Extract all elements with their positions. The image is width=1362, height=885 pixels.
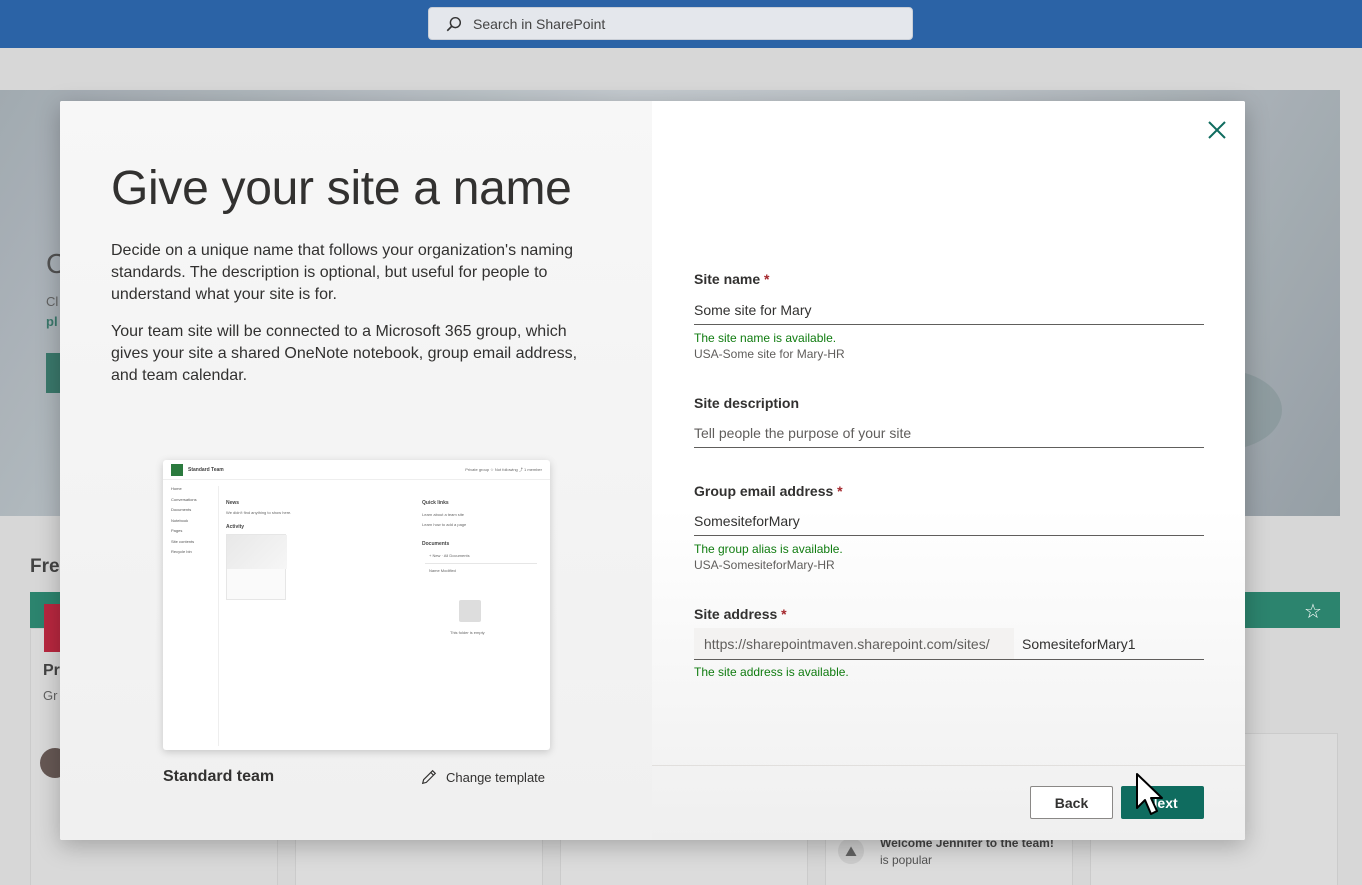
preview-header-right: Private group ☆ Not following ⤴ 1 member [465,467,542,472]
preview-quick-link: Learn how to add a page [422,522,467,527]
group-email-status: The group alias is available. [694,542,843,556]
dialog-group-note: Your team site will be connected to a Mi… [111,323,578,384]
preview-nav: Home Conversations Documents Notebook Pa… [171,486,197,554]
site-description-input[interactable] [694,418,1204,448]
preview-site-title: Standard Team [188,467,224,473]
dialog-right-pane [652,101,1245,840]
site-description-label: Site description [694,395,800,411]
site-name-label: Site name * [694,271,770,287]
back-button[interactable]: Back [1030,786,1113,819]
change-template-label: Change template [446,769,546,785]
group-email-hint: USA-SomesiteforMary-HR [694,558,835,572]
suite-bar: Search in SharePoint [0,0,1362,48]
pencil-icon [421,769,437,785]
close-icon[interactable] [1204,117,1230,143]
folder-icon [459,600,481,622]
preview-documents-toolbar: + New · All Documents [429,553,470,558]
group-email-input[interactable] [694,506,1204,536]
preview-activity-heading: Activity [226,524,245,530]
preview-quick-link: Learn about a team site [422,512,465,517]
create-site-dialog: Give your site a name Decide on a unique… [60,101,1245,840]
preview-news-heading: News [226,500,240,506]
site-address-underline [694,659,1014,660]
site-name-hint: USA-Some site for Mary-HR [694,347,845,361]
preview-documents-heading: Documents [422,541,450,547]
dialog-description: Decide on a unique name that follows you… [111,242,573,303]
search-icon [446,16,462,31]
group-email-label: Group email address * [694,483,843,499]
preview-activity-card [226,534,287,600]
preview-news-text: We didn't find anything to show here. [226,510,292,515]
search-placeholder: Search in SharePoint [473,15,606,32]
template-preview: Standard Team Private group ☆ Not follow… [163,460,550,750]
next-button[interactable]: Next [1121,786,1204,819]
search-box[interactable]: Search in SharePoint [428,7,913,40]
site-address-prefix: https://sharepointmaven.sharepoint.com/s… [694,628,1014,660]
dialog-left-pane: Give your site a name Decide on a unique… [60,101,652,840]
preview-header: Standard Team Private group ☆ Not follow… [163,460,550,480]
preview-quick-links-heading: Quick links [422,500,449,506]
site-address-input[interactable] [1014,628,1204,660]
preview-site-logo [171,464,183,476]
preview-empty-text: This folder is empty [450,630,485,635]
site-name-status: The site name is available. [694,331,837,345]
template-name: Standard team [163,768,275,785]
footer-divider [652,765,1245,766]
dialog-title: Give your site a name [111,162,572,215]
site-address-status: The site address is available. [694,665,849,679]
preview-documents-columns: Name Modified [429,568,456,573]
site-address-label: Site address * [694,606,787,622]
site-name-input[interactable] [694,295,1204,325]
change-template-link[interactable]: Change template [420,768,545,786]
